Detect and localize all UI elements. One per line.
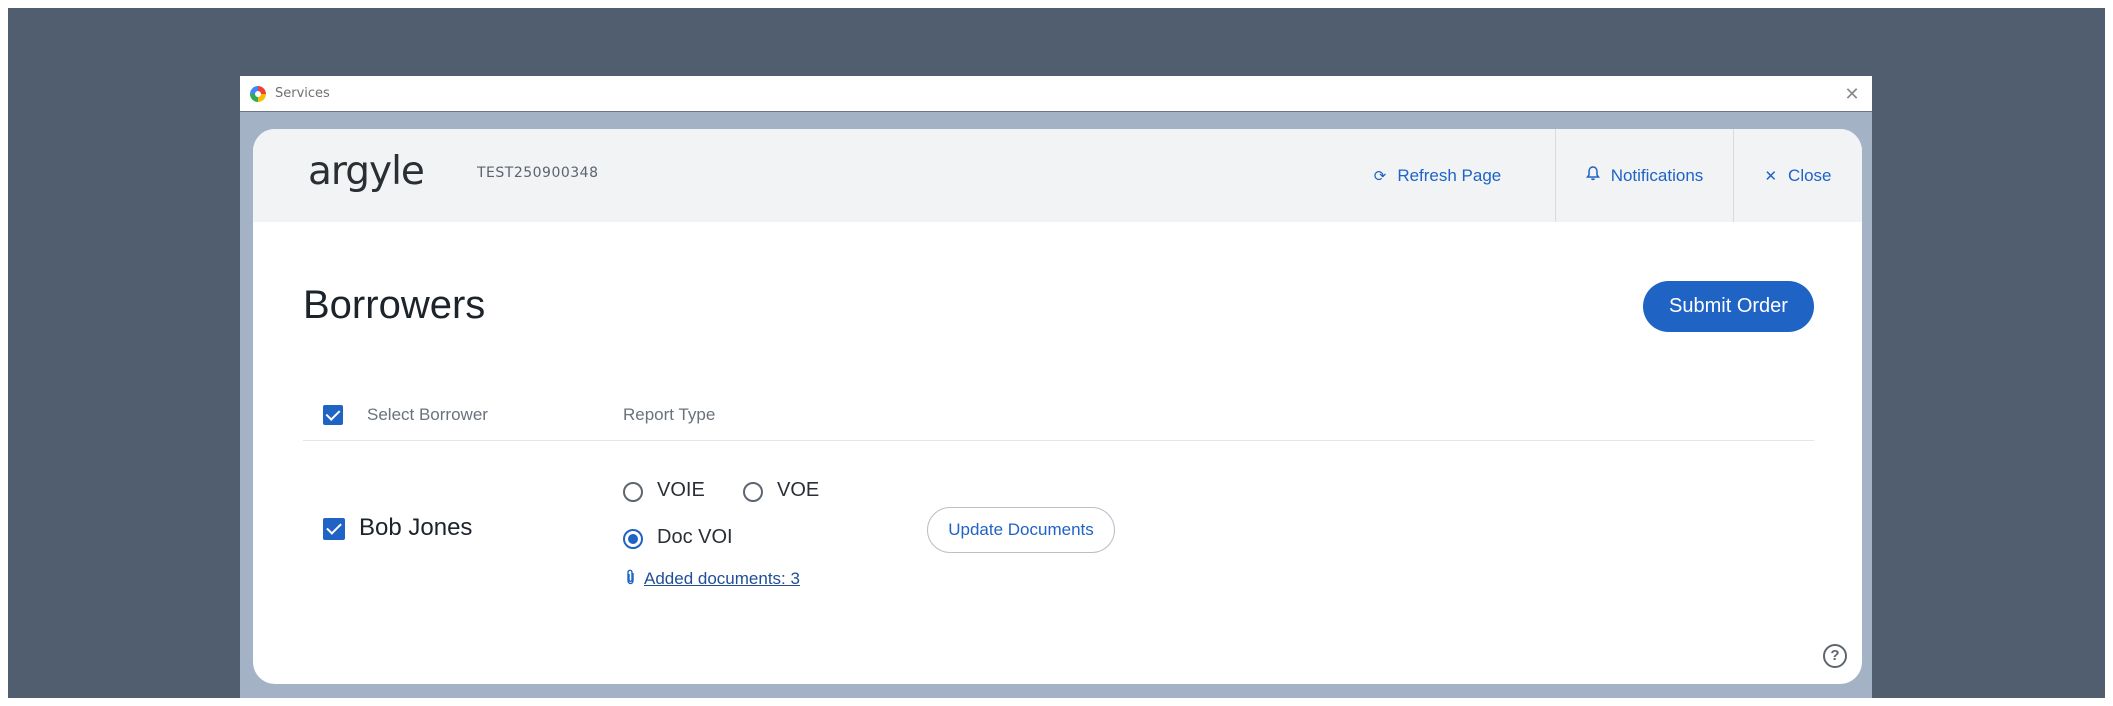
- app-header: argyle TEST250900348 ⟳ Refresh Page Noti…: [253, 129, 1862, 222]
- radio-voie[interactable]: [623, 482, 643, 502]
- help-icon[interactable]: ?: [1823, 644, 1847, 668]
- refresh-icon: ⟳: [1373, 167, 1387, 185]
- column-header-select-borrower: Select Borrower: [367, 405, 488, 424]
- radio-doc-voi[interactable]: [623, 529, 643, 549]
- close-label: Close: [1788, 165, 1832, 185]
- refresh-page-label: Refresh Page: [1397, 165, 1502, 185]
- added-documents-link[interactable]: Added documents: 3: [625, 569, 800, 589]
- app-card: argyle TEST250900348 ⟳ Refresh Page Noti…: [253, 129, 1862, 684]
- notifications-label: Notifications: [1610, 165, 1704, 185]
- notifications-button[interactable]: Notifications: [1555, 129, 1733, 222]
- submit-order-button[interactable]: Submit Order: [1643, 281, 1814, 332]
- app-logo-icon: [250, 85, 266, 102]
- borrower-name: Bob Jones: [359, 514, 473, 541]
- close-button[interactable]: ✕ Close: [1733, 129, 1862, 222]
- refresh-page-button[interactable]: ⟳ Refresh Page: [1365, 129, 1510, 222]
- radio-doc-voi-label[interactable]: Doc VOI: [657, 526, 733, 549]
- window-titlebar: Services ✕: [240, 76, 1872, 112]
- update-documents-button[interactable]: Update Documents: [927, 507, 1115, 553]
- radio-voie-label[interactable]: VOIE: [657, 479, 705, 502]
- paperclip-icon: [625, 569, 636, 589]
- order-id: TEST250900348: [477, 165, 599, 181]
- close-icon: ✕: [1764, 167, 1778, 185]
- table-divider: [303, 440, 1814, 441]
- services-window: Services ✕ argyle TEST250900348 ⟳ Refres…: [240, 76, 1872, 698]
- radio-voe[interactable]: [743, 482, 763, 502]
- radio-voe-label[interactable]: VOE: [777, 479, 819, 502]
- window-title: Services: [275, 86, 330, 101]
- borrower-checkbox[interactable]: [323, 518, 345, 540]
- brand-logo: argyle: [308, 149, 425, 194]
- added-documents-label: Added documents: 3: [644, 569, 800, 588]
- column-header-report-type: Report Type: [623, 405, 716, 424]
- page-title: Borrowers: [303, 283, 486, 327]
- bell-icon: [1585, 166, 1600, 185]
- select-all-checkbox[interactable]: [323, 405, 343, 425]
- window-close-icon[interactable]: ✕: [1842, 84, 1862, 104]
